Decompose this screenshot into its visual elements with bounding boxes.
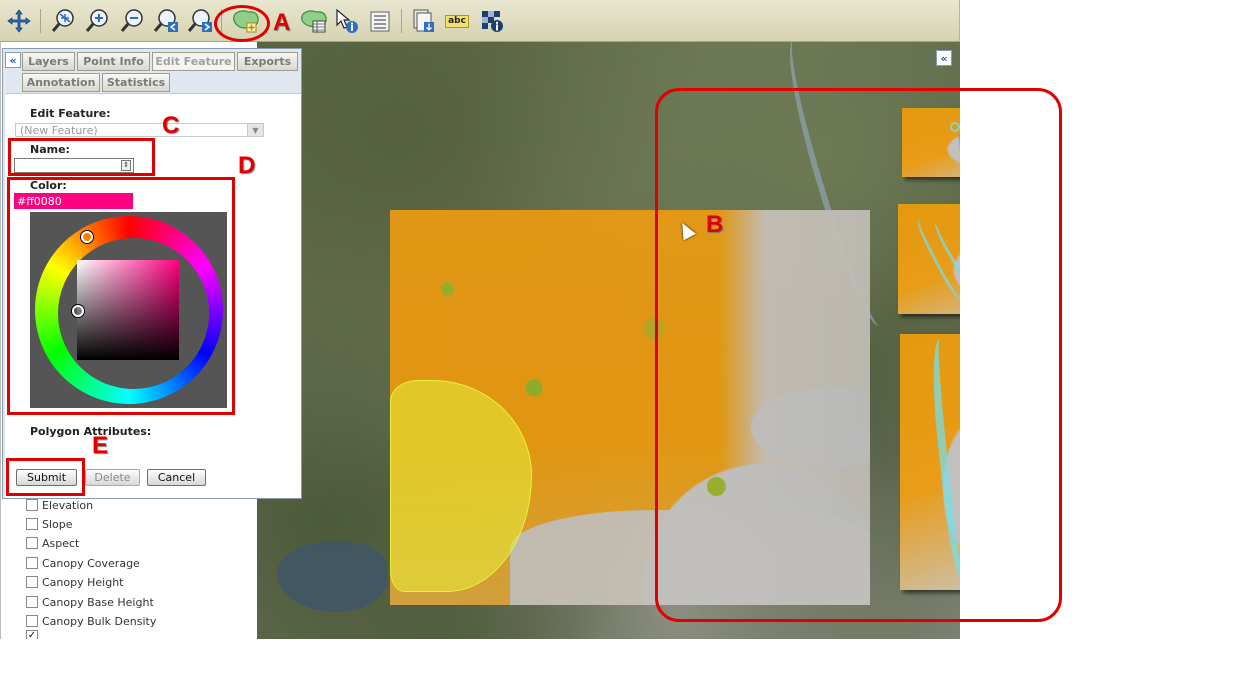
layer-label: Canopy Bulk Density — [42, 614, 157, 628]
map-collapse-button[interactable]: « — [936, 50, 952, 66]
feature-select[interactable]: (New Feature) ▼ — [15, 123, 264, 137]
map-info-icon — [482, 11, 503, 32]
layer-checkbox[interactable] — [26, 537, 38, 549]
layer-checkbox[interactable] — [26, 596, 38, 608]
polygon-table-button[interactable] — [299, 7, 331, 35]
annotation-box-d — [7, 177, 235, 415]
layer-label: Canopy Coverage — [42, 556, 140, 570]
layer-checkbox[interactable] — [26, 557, 38, 569]
zoom-in-button[interactable] — [83, 7, 111, 35]
abc-label-icon: abc — [445, 14, 469, 28]
feature-select-value: (New Feature) — [20, 123, 98, 137]
layer-checkbox[interactable] — [26, 499, 38, 511]
label-button[interactable]: abc — [443, 7, 471, 35]
list-icon — [370, 11, 390, 32]
panel-collapse-button[interactable]: « — [5, 52, 21, 68]
zoom-previous-button[interactable] — [152, 7, 180, 35]
zoom-out-icon — [120, 9, 143, 32]
layer-item-canopy-base-height[interactable]: Canopy Base Height — [26, 593, 154, 611]
toolbar-separator — [401, 9, 402, 33]
layer-item-aspect[interactable]: Aspect — [26, 534, 79, 552]
layer-checkbox[interactable] — [26, 615, 38, 627]
tab-annotation[interactable]: Annotation — [22, 73, 100, 92]
zoom-out-button[interactable] — [118, 7, 146, 35]
toolbar-separator — [40, 9, 41, 33]
layer-label: Slope — [42, 517, 73, 531]
tab-statistics[interactable]: Statistics — [102, 73, 170, 92]
zoom-extent-icon — [51, 9, 74, 32]
annotation-box-b — [655, 88, 1062, 622]
zoom-next-icon — [187, 9, 212, 32]
export-button[interactable] — [410, 7, 438, 35]
zoom-in-icon — [85, 9, 108, 32]
annotation-label-e: E — [92, 432, 109, 459]
delete-button[interactable]: Delete — [85, 469, 140, 486]
chevron-down-icon: ▼ — [247, 124, 263, 136]
annotation-box-e — [6, 458, 85, 496]
lake-area — [277, 542, 387, 612]
identify-arrow-icon — [336, 8, 358, 33]
layer-label: Canopy Base Height — [42, 595, 154, 609]
polygon-table-icon — [301, 10, 327, 33]
pan-icon — [7, 9, 31, 33]
annotation-circle-a — [214, 5, 270, 42]
layer-checkbox-checked[interactable]: ✓ — [26, 630, 38, 639]
layer-item-partial[interactable]: ✓ — [26, 630, 42, 639]
layer-item-canopy-coverage[interactable]: Canopy Coverage — [26, 554, 140, 572]
zoom-full-extent-button[interactable] — [50, 7, 78, 35]
map-info-button[interactable] — [478, 7, 506, 35]
tab-point-info[interactable]: Point Info — [77, 52, 150, 71]
cancel-button[interactable]: Cancel — [147, 469, 206, 486]
identify-button[interactable] — [333, 7, 361, 35]
tab-layers[interactable]: Layers — [22, 52, 75, 71]
list-button[interactable] — [366, 7, 394, 35]
map-toolbar: abc — [0, 0, 960, 42]
export-layer-icon — [413, 9, 434, 32]
layer-item-canopy-bulk-density[interactable]: Canopy Bulk Density — [26, 612, 156, 630]
annotation-label-a: A — [273, 9, 291, 36]
zoom-next-button[interactable] — [186, 7, 214, 35]
pan-tool-button[interactable] — [5, 7, 33, 35]
layer-item-canopy-height[interactable]: Canopy Height — [26, 573, 123, 591]
layer-checkbox[interactable] — [26, 518, 38, 530]
layer-checkbox[interactable] — [26, 576, 38, 588]
layer-label: Canopy Height — [42, 575, 124, 589]
annotation-label-c: C — [162, 112, 180, 139]
tab-edit-feature[interactable]: Edit Feature — [152, 52, 235, 71]
polygon-attributes-label: Polygon Attributes: — [30, 425, 152, 438]
layer-label: Elevation — [42, 498, 94, 512]
tab-exports[interactable]: Exports — [237, 52, 298, 71]
layer-label: Aspect — [42, 536, 80, 550]
annotation-label-b: B — [706, 211, 724, 238]
layer-item-slope[interactable]: Slope — [26, 515, 73, 533]
zoom-previous-icon — [153, 9, 178, 32]
annotation-label-d: D — [238, 152, 256, 179]
annotation-box-c — [8, 138, 155, 176]
edit-feature-label: Edit Feature: — [30, 107, 111, 120]
